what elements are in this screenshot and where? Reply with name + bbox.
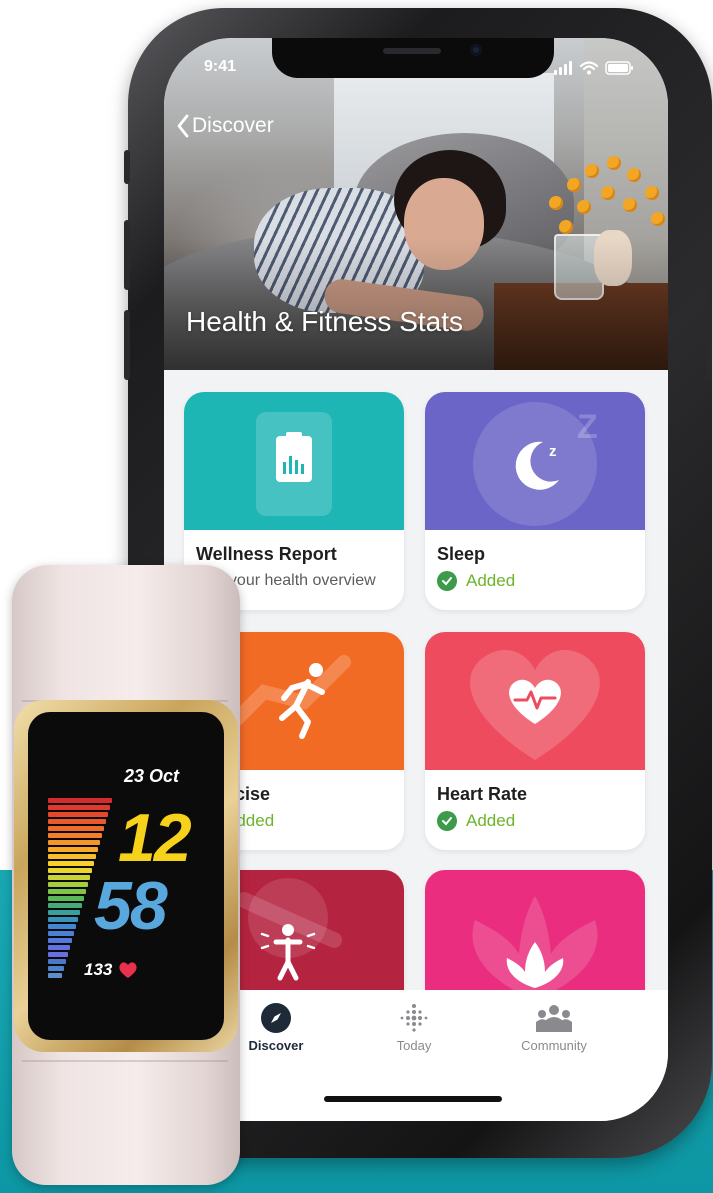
status-added: Added bbox=[437, 571, 515, 591]
watch-heart-rate: 133 bbox=[84, 960, 138, 980]
status-added: Added bbox=[437, 811, 515, 831]
watch-screen: 23 Oct 12 58 133 bbox=[28, 712, 224, 1040]
dots-grid-icon bbox=[400, 1004, 428, 1032]
card-heart-rate[interactable]: Heart Rate Added bbox=[425, 632, 645, 850]
back-button[interactable]: Discover bbox=[176, 114, 274, 138]
card-title: Heart Rate bbox=[437, 784, 528, 804]
lotus-icon bbox=[472, 896, 598, 1000]
clipboard-chart-icon bbox=[256, 412, 332, 516]
watch-date: 23 Oct bbox=[124, 766, 180, 786]
card-title: Wellness Report bbox=[196, 544, 337, 564]
front-camera bbox=[470, 44, 482, 56]
heart-icon bbox=[119, 962, 137, 978]
tab-label: Discover bbox=[248, 1038, 304, 1053]
volume-up-button bbox=[124, 220, 130, 290]
watch-minute: 58 bbox=[94, 868, 168, 944]
status-label: Added bbox=[466, 571, 516, 590]
heart-rate-value: 133 bbox=[84, 960, 113, 979]
chevron-left-icon bbox=[177, 114, 189, 138]
card-sleep[interactable]: Z z Sleep Added bbox=[425, 392, 645, 610]
speaker-grille bbox=[383, 48, 441, 54]
band-seam bbox=[22, 1060, 228, 1062]
watch-hour: 12 bbox=[118, 800, 192, 876]
battery-icon bbox=[605, 61, 633, 75]
card-title: Sleep bbox=[437, 544, 486, 564]
checkmark-icon bbox=[437, 811, 457, 831]
tab-today[interactable]: Today bbox=[354, 1002, 474, 1053]
tab-community[interactable]: Community bbox=[494, 1002, 614, 1053]
status-icons bbox=[554, 58, 644, 78]
heart-pulse-icon bbox=[470, 649, 600, 760]
svg-text:Z: Z bbox=[577, 408, 598, 446]
page-title: Health & Fitness Stats bbox=[186, 306, 464, 337]
power-button bbox=[706, 270, 712, 380]
moon-zzz-icon: Z z bbox=[473, 402, 598, 526]
home-indicator[interactable] bbox=[324, 1096, 502, 1102]
people-icon bbox=[536, 1005, 572, 1032]
compass-icon bbox=[261, 1003, 291, 1033]
checkmark-icon bbox=[437, 571, 457, 591]
card-banner bbox=[184, 392, 404, 530]
wifi-icon bbox=[579, 61, 599, 71]
card-banner: Z z bbox=[425, 392, 645, 530]
status-time: 9:41 bbox=[204, 58, 237, 75]
back-label: Discover bbox=[192, 114, 274, 137]
tab-label: Today bbox=[396, 1038, 432, 1053]
signal-icon bbox=[554, 61, 572, 75]
tab-label: Community bbox=[521, 1038, 587, 1053]
card-banner bbox=[425, 870, 645, 1008]
svg-text:z: z bbox=[549, 443, 557, 460]
volume-down-button bbox=[124, 310, 130, 380]
mute-switch bbox=[124, 150, 130, 184]
notch bbox=[272, 38, 554, 78]
card-banner bbox=[425, 632, 645, 770]
status-label: Added bbox=[466, 811, 516, 830]
